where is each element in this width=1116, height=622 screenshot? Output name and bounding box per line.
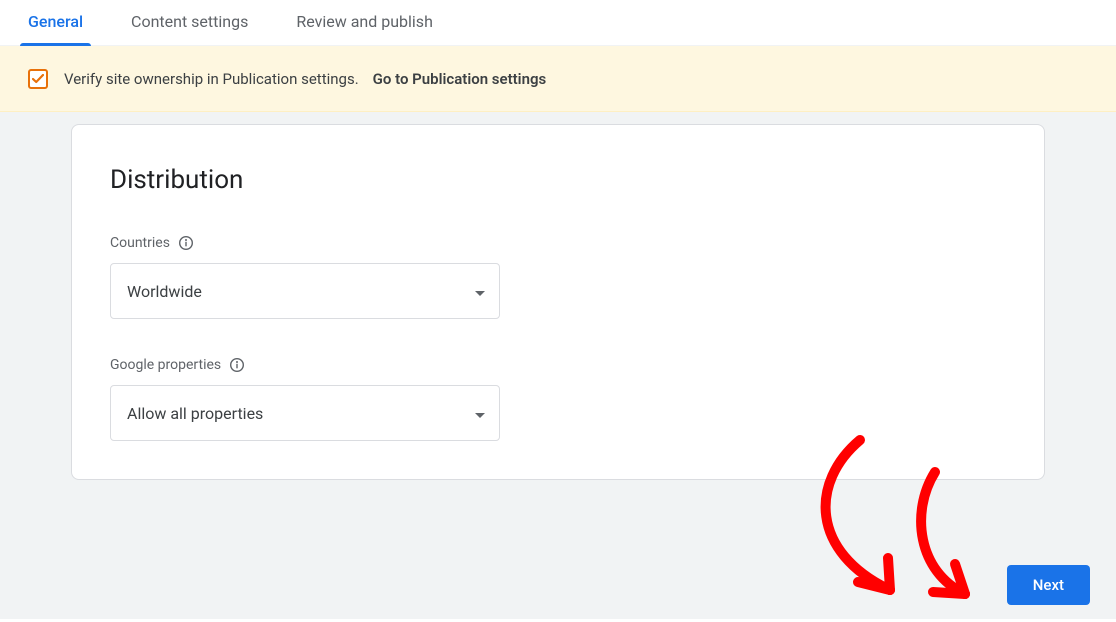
- distribution-card: Distribution Countries Worldwide Google …: [71, 124, 1045, 480]
- countries-info-icon[interactable]: [178, 235, 194, 251]
- tab-content-settings[interactable]: Content settings: [123, 12, 256, 45]
- google-properties-label-text: Google properties: [110, 357, 221, 373]
- tab-general[interactable]: General: [20, 12, 91, 45]
- google-properties-select[interactable]: Allow all properties: [110, 385, 500, 441]
- tab-review-publish[interactable]: Review and publish: [288, 12, 441, 45]
- page-body: Distribution Countries Worldwide Google …: [0, 112, 1116, 619]
- card-heading: Distribution: [110, 165, 1006, 195]
- countries-label: Countries: [110, 235, 1006, 251]
- chevron-down-icon: [475, 282, 485, 301]
- chevron-down-icon: [475, 404, 485, 423]
- google-properties-info-icon[interactable]: [229, 357, 245, 373]
- countries-select-value: Worldwide: [127, 282, 202, 301]
- google-properties-label: Google properties: [110, 357, 1006, 373]
- next-button[interactable]: Next: [1007, 565, 1090, 605]
- google-properties-select-value: Allow all properties: [127, 404, 263, 423]
- verify-checkbox-icon: [28, 69, 48, 89]
- countries-label-text: Countries: [110, 235, 170, 251]
- countries-select[interactable]: Worldwide: [110, 263, 500, 319]
- verify-ownership-banner: Verify site ownership in Publication set…: [0, 46, 1116, 112]
- countries-field: Countries Worldwide: [110, 235, 1006, 319]
- banner-message: Verify site ownership in Publication set…: [64, 70, 359, 88]
- google-properties-field: Google properties Allow all properties: [110, 357, 1006, 441]
- publication-settings-link[interactable]: Go to Publication settings: [373, 70, 547, 88]
- tabs-bar: General Content settings Review and publ…: [0, 0, 1116, 46]
